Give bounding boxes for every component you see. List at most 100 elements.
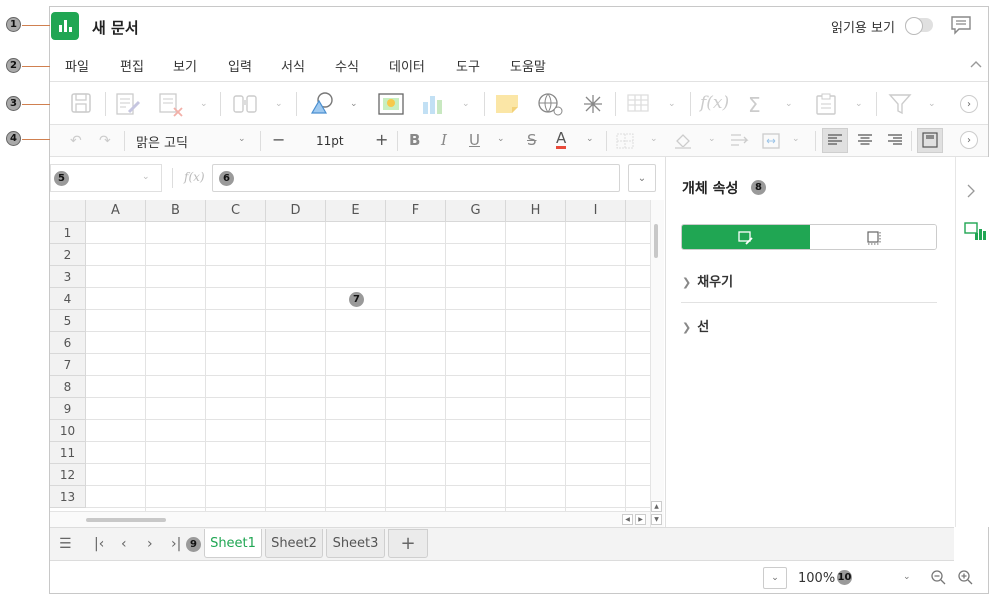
- menu-insert[interactable]: 입력: [228, 56, 252, 75]
- collapse-ribbon-icon[interactable]: [970, 57, 982, 72]
- comment-icon[interactable]: [950, 15, 972, 39]
- document-title[interactable]: 새 문서: [92, 17, 139, 38]
- zoom-dropdown-icon[interactable]: ⌄: [903, 572, 911, 582]
- row-header[interactable]: 8: [50, 376, 86, 398]
- shapes-icon[interactable]: [308, 91, 336, 117]
- column-header[interactable]: I: [566, 200, 626, 222]
- menu-formula[interactable]: 수식: [335, 56, 359, 75]
- menu-file[interactable]: 파일: [65, 56, 89, 75]
- row-header[interactable]: 4: [50, 288, 86, 310]
- last-sheet-icon[interactable]: ›|: [171, 536, 181, 552]
- undo-icon[interactable]: ↶: [70, 133, 82, 149]
- menu-edit[interactable]: 편집: [120, 56, 144, 75]
- table-icon[interactable]: [626, 93, 652, 115]
- font-name-select[interactable]: 맑은 고딕: [136, 132, 188, 151]
- strikethrough-button[interactable]: S: [527, 131, 537, 149]
- hyperlink-icon[interactable]: [536, 91, 564, 117]
- italic-button[interactable]: I: [441, 131, 447, 149]
- line-section[interactable]: ❯ 선: [682, 316, 709, 335]
- read-mode-toggle[interactable]: [905, 17, 933, 35]
- sheet-list-icon[interactable]: ☰: [59, 536, 72, 552]
- increase-font-button[interactable]: +: [375, 130, 388, 149]
- cell-area[interactable]: [86, 222, 650, 511]
- border-icon[interactable]: [616, 133, 634, 149]
- row-header[interactable]: 2: [50, 244, 86, 266]
- chart-icon[interactable]: [420, 92, 446, 116]
- menu-data[interactable]: 데이터: [389, 56, 425, 75]
- save-icon[interactable]: [70, 92, 92, 114]
- align-right-icon[interactable]: [888, 134, 902, 146]
- expand-panel-icon[interactable]: [967, 184, 975, 198]
- prev-sheet-icon[interactable]: ‹: [121, 536, 127, 552]
- add-sheet-button[interactable]: +: [388, 529, 428, 558]
- clear-format-icon[interactable]: [158, 92, 186, 118]
- function-icon[interactable]: f(x): [700, 93, 729, 113]
- vertical-scroll-thumb[interactable]: [654, 224, 658, 258]
- image-icon[interactable]: [378, 93, 404, 115]
- filter-icon[interactable]: [888, 93, 912, 115]
- row-header[interactable]: 9: [50, 398, 86, 420]
- sheet-tab-2[interactable]: Sheet2: [265, 529, 323, 558]
- shape-layout-tab[interactable]: [810, 225, 936, 249]
- select-all-corner[interactable]: [50, 200, 86, 222]
- format-painter-icon[interactable]: [115, 92, 143, 116]
- format-scroll-right-icon[interactable]: ›: [960, 131, 978, 149]
- next-sheet-icon[interactable]: ›: [147, 536, 153, 552]
- font-size-field[interactable]: 11pt: [316, 134, 344, 148]
- shape-style-tab[interactable]: [682, 225, 810, 249]
- zoom-level[interactable]: 100%: [798, 571, 835, 586]
- menu-tools[interactable]: 도구: [456, 56, 480, 75]
- column-header[interactable]: E: [326, 200, 386, 222]
- sheet-tab-1[interactable]: Sheet1: [204, 529, 262, 558]
- scroll-up-icon[interactable]: ▲: [651, 501, 662, 512]
- horizontal-scroll-thumb[interactable]: [86, 518, 166, 522]
- row-header[interactable]: 1: [50, 222, 86, 244]
- fill-section[interactable]: ❯ 채우기: [682, 271, 733, 290]
- find-icon[interactable]: [232, 92, 258, 116]
- font-color-button[interactable]: A: [556, 131, 567, 149]
- zoom-menu-button[interactable]: ⌄: [763, 567, 787, 589]
- redo-icon[interactable]: ↷: [99, 133, 111, 149]
- toolbar-scroll-right-icon[interactable]: ›: [960, 95, 978, 113]
- paste-icon[interactable]: [814, 92, 838, 116]
- decrease-font-button[interactable]: −: [272, 130, 285, 149]
- column-header[interactable]: G: [446, 200, 506, 222]
- menu-help[interactable]: 도움말: [510, 56, 546, 75]
- column-header[interactable]: H: [506, 200, 566, 222]
- memo-icon[interactable]: [494, 93, 520, 115]
- column-header[interactable]: [626, 200, 650, 222]
- row-header[interactable]: 10: [50, 420, 86, 442]
- wrap-text-icon[interactable]: [729, 132, 749, 150]
- scroll-right-icon[interactable]: ▶: [635, 514, 646, 525]
- scroll-left-icon[interactable]: ◀: [622, 514, 633, 525]
- zoom-out-icon[interactable]: [931, 570, 946, 585]
- row-header[interactable]: 11: [50, 442, 86, 464]
- autosum-icon[interactable]: Σ: [748, 93, 761, 117]
- column-header[interactable]: C: [206, 200, 266, 222]
- row-header[interactable]: 3: [50, 266, 86, 288]
- column-header[interactable]: A: [86, 200, 146, 222]
- row-header[interactable]: 7: [50, 354, 86, 376]
- fill-color-icon[interactable]: [673, 132, 693, 150]
- menu-view[interactable]: 보기: [173, 56, 197, 75]
- zoom-in-icon[interactable]: [958, 570, 973, 585]
- row-header[interactable]: 12: [50, 464, 86, 486]
- spreadsheet-grid[interactable]: A B C D E F G H I 1 2 3 4 5 6 7 8 9 10 1…: [50, 200, 650, 511]
- object-properties-icon[interactable]: [963, 221, 987, 241]
- align-center-icon[interactable]: [858, 134, 872, 146]
- special-char-icon[interactable]: [582, 93, 604, 115]
- menu-format[interactable]: 서식: [281, 56, 305, 75]
- column-header[interactable]: F: [386, 200, 446, 222]
- row-header[interactable]: 13: [50, 486, 86, 508]
- formula-input[interactable]: [212, 164, 620, 192]
- formula-expand-button[interactable]: ⌄: [628, 164, 656, 192]
- column-header[interactable]: D: [266, 200, 326, 222]
- underline-button[interactable]: U: [469, 131, 480, 149]
- scroll-down-icon[interactable]: ▼: [651, 514, 662, 525]
- row-header[interactable]: 5: [50, 310, 86, 332]
- sheet-tab-3[interactable]: Sheet3: [326, 529, 385, 558]
- row-header[interactable]: 6: [50, 332, 86, 354]
- column-header[interactable]: B: [146, 200, 206, 222]
- merge-cells-icon[interactable]: [761, 132, 781, 150]
- bold-button[interactable]: B: [409, 131, 420, 149]
